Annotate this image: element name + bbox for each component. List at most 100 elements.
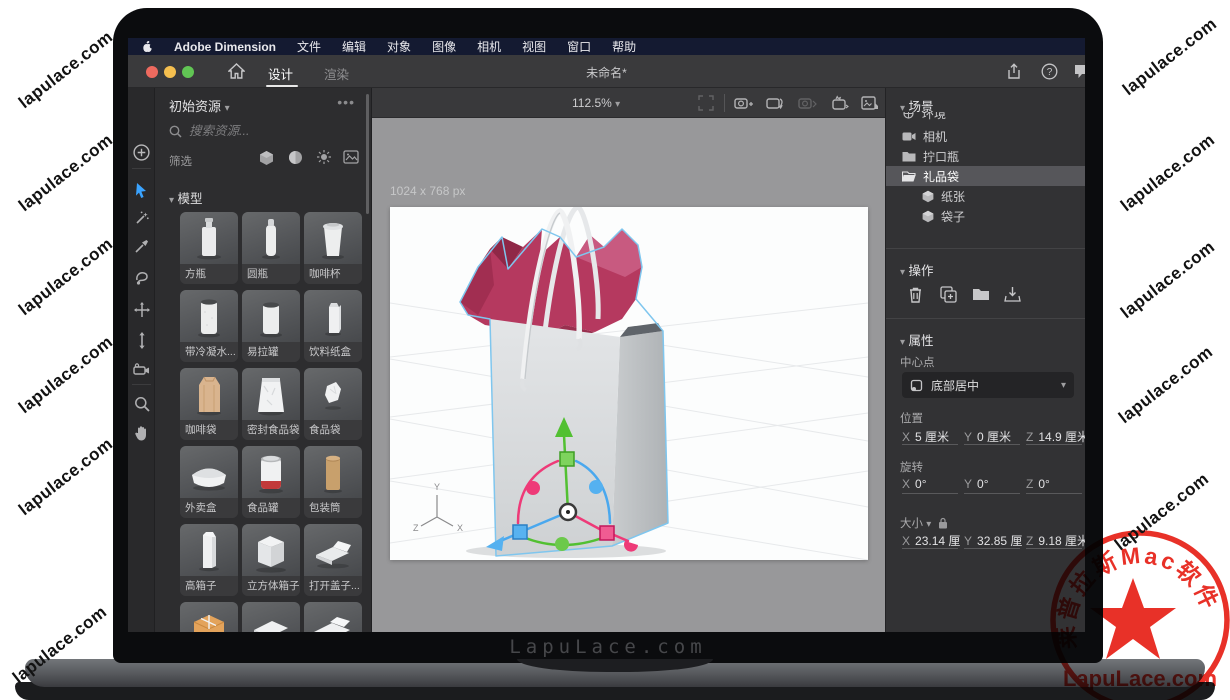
canvas-area[interactable]: 112.5% ▾ xyxy=(372,88,885,632)
model-tile[interactable]: 圆瓶 xyxy=(242,212,300,284)
camera-bookmark-icon[interactable] xyxy=(830,95,849,111)
lock-icon[interactable] xyxy=(938,517,948,529)
model-thumbnail xyxy=(242,290,300,342)
size-label[interactable]: 大小 ▾ xyxy=(900,515,948,531)
share-icon[interactable] xyxy=(1006,63,1022,80)
scene-item-camera[interactable]: 相机 xyxy=(886,126,1085,146)
model-tile[interactable]: 易拉罐 xyxy=(242,290,300,362)
menu-item-edit[interactable]: 编辑 xyxy=(342,38,366,55)
camera-orbit-icon[interactable] xyxy=(766,95,785,111)
position-label: 位置 xyxy=(900,410,923,426)
scene-item-bottle-group[interactable]: 拧口瓶 xyxy=(886,146,1085,166)
folder-icon xyxy=(902,151,916,162)
camera-add-icon[interactable] xyxy=(734,95,753,111)
model-tile[interactable]: 打开盖子... xyxy=(304,524,362,596)
hand-tool[interactable] xyxy=(128,421,155,445)
model-tile[interactable]: 密封食品袋 xyxy=(242,368,300,440)
menu-item-file[interactable]: 文件 xyxy=(297,38,321,55)
pivot-bottom-center-icon xyxy=(910,379,923,392)
filter-models-icon[interactable] xyxy=(259,150,274,166)
model-tile[interactable] xyxy=(304,602,362,632)
duplicate-icon[interactable] xyxy=(940,286,957,303)
model-tile[interactable]: 食品罐 xyxy=(242,446,300,518)
menu-app-name[interactable]: Adobe Dimension xyxy=(174,40,276,54)
menu-item-help[interactable]: 帮助 xyxy=(612,38,636,55)
menu-item-object[interactable]: 对象 xyxy=(387,38,411,55)
filter-images-icon[interactable] xyxy=(343,150,359,164)
pivot-dropdown[interactable]: 底部居中 ▾ xyxy=(902,372,1074,398)
filter-lights-icon[interactable] xyxy=(316,149,332,165)
size-z-field[interactable]: Z9.18 厘米 xyxy=(1026,532,1082,549)
position-y-field[interactable]: Y0 厘米 xyxy=(964,428,1020,445)
svg-text:X: X xyxy=(457,523,463,533)
bag-front-face xyxy=(490,319,620,556)
models-section-header[interactable]: ▾ 模型 xyxy=(169,188,203,207)
model-tile[interactable]: 高箱子 xyxy=(180,524,238,596)
rotation-y-field[interactable]: Y0° xyxy=(964,477,1020,494)
zoom-level-dropdown[interactable]: 112.5% ▾ xyxy=(572,96,620,110)
render-preview-icon[interactable] xyxy=(861,95,878,111)
delete-icon[interactable] xyxy=(908,286,923,303)
scene-item-bag[interactable]: 袋子 xyxy=(886,206,1085,226)
zoom-tool[interactable] xyxy=(128,392,155,416)
scene-item-paper[interactable]: 纸张 xyxy=(886,186,1085,206)
document-title: 未命名* xyxy=(128,64,1085,81)
scene-item-gift-bag[interactable]: 礼品袋 xyxy=(886,166,1085,186)
model-tile[interactable]: 食品袋 xyxy=(304,368,362,440)
rotation-z-field[interactable]: Z0° xyxy=(1026,477,1082,494)
model-thumbnail xyxy=(180,212,238,264)
model-tile[interactable]: 方瓶 xyxy=(180,212,238,284)
toolbar-divider xyxy=(724,94,725,112)
model-tile[interactable]: 带冷凝水... xyxy=(180,290,238,362)
toolbar-divider xyxy=(132,384,151,385)
model-label: 食品罐 xyxy=(242,498,300,518)
rotation-x-field[interactable]: X0° xyxy=(902,477,958,494)
model-tile[interactable]: 咖啡杯 xyxy=(304,212,362,284)
magic-wand-tool[interactable] xyxy=(128,206,155,230)
model-tile[interactable] xyxy=(242,602,300,632)
frame-icon[interactable] xyxy=(698,95,714,111)
menu-item-window[interactable]: 窗口 xyxy=(567,38,591,55)
comment-icon[interactable] xyxy=(1074,63,1085,79)
position-x-field[interactable]: X5 厘米 xyxy=(902,428,958,445)
properties-section-header[interactable]: ▾ 属性 xyxy=(900,330,934,349)
model-tile[interactable] xyxy=(180,602,238,632)
model-tile[interactable]: 包装筒 xyxy=(304,446,362,518)
assets-panel-header[interactable]: 初始资源 ▾ xyxy=(169,96,230,115)
camera-pan-icon[interactable] xyxy=(798,95,817,111)
search-input[interactable] xyxy=(189,124,339,138)
model-tile[interactable]: 外卖盒 xyxy=(180,446,238,518)
position-z-field[interactable]: Z14.9 厘米 xyxy=(1026,428,1082,445)
model-tile[interactable]: 咖啡袋 xyxy=(180,368,238,440)
help-icon[interactable]: ? xyxy=(1041,63,1058,80)
model-tile[interactable]: 立方体箱子 xyxy=(242,524,300,596)
export-icon[interactable] xyxy=(1004,286,1021,302)
menu-item-view[interactable]: 视图 xyxy=(522,38,546,55)
apple-logo-icon[interactable] xyxy=(142,40,153,53)
size-y-field[interactable]: Y32.85 厘 xyxy=(964,532,1020,549)
model-thumbnail xyxy=(180,368,238,420)
sampler-tool[interactable] xyxy=(128,234,155,258)
model-thumbnail xyxy=(304,368,362,420)
model-tile[interactable]: 饮料纸盒 xyxy=(304,290,362,362)
move-tool[interactable] xyxy=(128,298,155,322)
artboard[interactable]: Y Z X xyxy=(390,207,868,560)
filter-materials-icon[interactable] xyxy=(288,150,303,165)
scale-tool[interactable] xyxy=(128,328,155,352)
actions-section-header[interactable]: ▾ 操作 xyxy=(900,260,934,279)
chevron-down-icon: ▾ xyxy=(169,195,174,206)
menu-item-camera[interactable]: 相机 xyxy=(477,38,501,55)
size-x-field[interactable]: X23.14 厘 xyxy=(902,532,958,549)
scrollbar[interactable] xyxy=(366,94,369,214)
menu-item-image[interactable]: 图像 xyxy=(432,38,456,55)
group-folder-icon[interactable] xyxy=(972,288,990,301)
more-options-icon[interactable]: ••• xyxy=(337,94,355,110)
add-content-button[interactable] xyxy=(128,140,155,164)
lasso-tool[interactable] xyxy=(128,266,155,290)
scene-item-environment-clipped[interactable]: 环境 xyxy=(886,112,1085,123)
model-label: 圆瓶 xyxy=(242,264,300,284)
camera-dolly-tool[interactable] xyxy=(128,358,155,382)
select-tool[interactable] xyxy=(128,178,155,202)
chevron-down-icon: ▾ xyxy=(900,267,905,278)
pivot-label: 中心点 xyxy=(900,354,935,370)
